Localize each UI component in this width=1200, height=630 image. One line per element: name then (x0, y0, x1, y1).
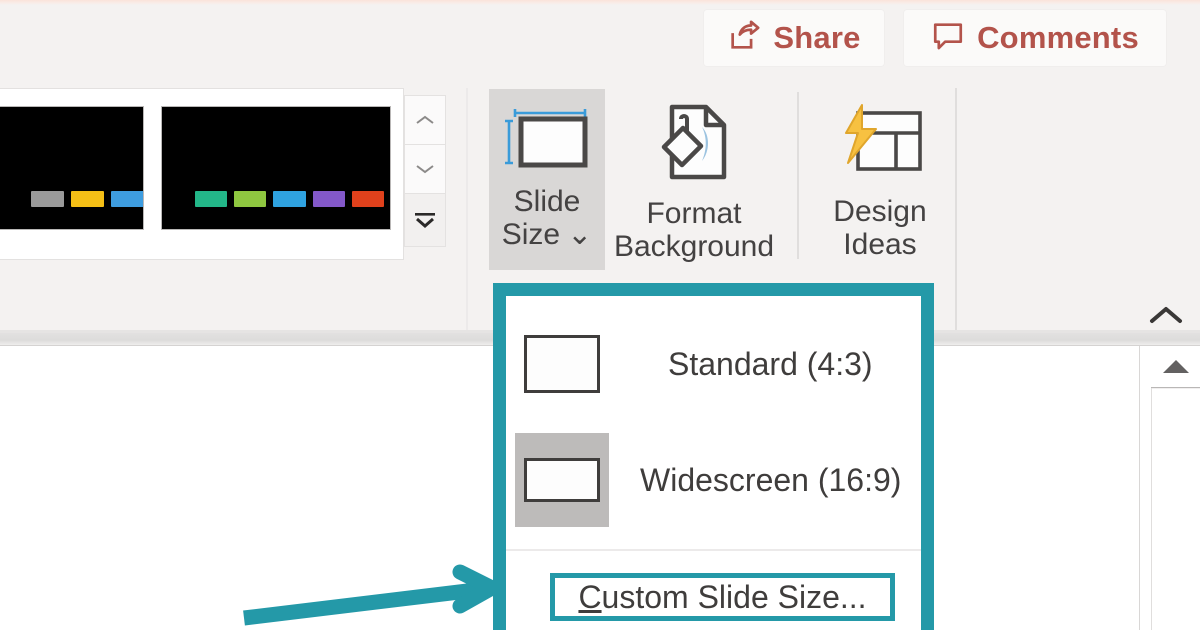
slide-thumbnail-2[interactable] (161, 106, 391, 230)
chevron-up-icon (416, 115, 434, 124)
slide-size-icon (503, 105, 591, 178)
chevron-down-icon: ⌄ (567, 217, 593, 251)
chevron-up-icon (1150, 307, 1182, 323)
triangle-up-icon (1162, 360, 1189, 373)
slide-size-label-line1: Slide (513, 185, 581, 219)
design-ideas-label-line2: Ideas (843, 227, 917, 261)
custom-label-rest: ustom Slide Size... (601, 578, 867, 615)
menu-item-widescreen-label: Widescreen (16:9) (640, 461, 902, 498)
collapse-ribbon-button[interactable] (1145, 300, 1187, 330)
comments-button[interactable]: Comments (904, 10, 1166, 66)
slide-size-dropdown-highlight: Standard (4:3) Widescreen (16:9) Custom … (493, 283, 934, 630)
slide-size-button[interactable]: Slide Size ⌄ (489, 89, 605, 270)
slide-thumbnail-panel[interactable] (0, 88, 404, 260)
standard-ratio-shape (524, 335, 600, 393)
thumbnail-2-swatches (162, 191, 390, 207)
format-background-button[interactable]: Format Background (600, 98, 788, 263)
ribbon-group-separator (797, 92, 799, 259)
format-background-label-line2: Background (613, 229, 775, 263)
scrollbar-up-button[interactable] (1151, 346, 1200, 388)
menu-separator (506, 549, 921, 551)
widescreen-ratio-shape (524, 458, 600, 502)
share-button[interactable]: Share (704, 10, 884, 66)
slide-size-label-line2: Size ⌄ (501, 217, 593, 251)
menu-item-custom-label: Custom Slide Size... (578, 579, 866, 616)
slide-standard-icon (506, 335, 618, 393)
double-chevron-down-icon (415, 213, 435, 228)
menu-item-standard[interactable]: Standard (4:3) (506, 308, 921, 420)
design-ideas-label-line1: Design (833, 195, 927, 229)
menu-item-standard-label: Standard (4:3) (668, 345, 873, 382)
swatch (111, 191, 143, 207)
share-icon (727, 19, 761, 58)
swatch (31, 191, 64, 207)
swatch (273, 191, 306, 207)
swatch (234, 191, 267, 207)
slide-widescreen-icon (515, 433, 609, 527)
thumbnail-scroll-buttons (404, 95, 446, 247)
design-ideas-button[interactable]: Design Ideas (815, 98, 945, 261)
comment-bubble-icon (931, 19, 965, 58)
share-button-label: Share (773, 20, 861, 55)
slide-thumbnail-1[interactable] (0, 106, 144, 230)
ribbon-group-separator (466, 88, 468, 330)
next-slide-button[interactable] (404, 193, 446, 247)
swatch (351, 191, 384, 207)
design-ideas-icon (832, 103, 928, 188)
ribbon-title-strip: Share Comments (0, 0, 1200, 86)
thumbnail-1-swatches (0, 191, 143, 207)
swatch (195, 191, 228, 207)
scroll-down-button[interactable] (404, 144, 446, 194)
slide-size-dropdown-menu[interactable]: Standard (4:3) Widescreen (16:9) Custom … (506, 296, 921, 630)
comments-button-label: Comments (977, 20, 1139, 55)
format-background-label-line1: Format (646, 197, 742, 231)
slide-size-label-line2-text: Size (501, 217, 561, 251)
menu-item-custom-slide-size[interactable]: Custom Slide Size... (550, 573, 895, 621)
powerpoint-screenshot: Share Comments Slide Size ⌄ Format Backg… (0, 0, 1200, 630)
scroll-up-button[interactable] (404, 95, 446, 145)
chevron-down-icon (416, 165, 434, 174)
accelerator-key: C (578, 578, 602, 615)
swatch (71, 191, 104, 207)
ribbon-group-separator (955, 88, 957, 330)
vertical-scrollbar-thumb[interactable] (1152, 389, 1200, 630)
menu-item-widescreen[interactable]: Widescreen (16:9) (506, 424, 921, 536)
format-background-icon (652, 103, 736, 190)
swatch (312, 191, 345, 207)
window-top-edge (0, 0, 1200, 5)
